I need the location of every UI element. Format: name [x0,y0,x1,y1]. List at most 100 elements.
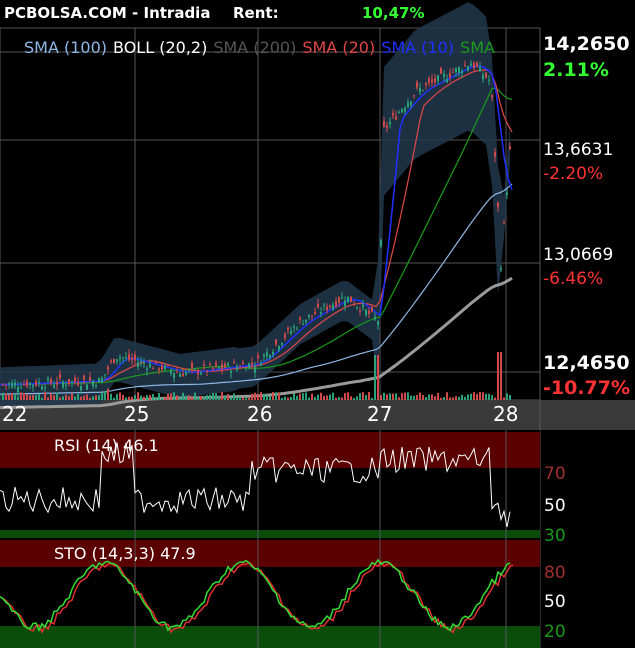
candle-body [245,369,247,371]
volume-bar [293,393,295,400]
volume-bar [278,392,280,400]
candle-body [302,324,304,326]
volume-bar [437,392,439,400]
candle-body [44,387,46,389]
volume-bar [59,397,61,400]
volume-bar [152,394,154,400]
volume-bar [341,397,343,400]
candle-body [173,372,175,379]
candle-body [329,305,331,307]
volume-bar [395,393,397,400]
candle-body [419,87,421,93]
volume-bar [368,392,370,400]
candle-body [491,94,493,98]
candle-body [152,368,154,370]
candle-body [473,62,475,69]
volume-bar [2,392,4,400]
candle-body [251,362,253,365]
candle-body [410,101,412,106]
volume-bar [383,392,385,400]
candle-body [170,370,172,374]
volume-bar [122,394,124,400]
candle-body [260,363,262,366]
volume-bar [299,393,301,400]
volume-bar [314,397,316,400]
volume-bar [326,395,328,400]
candle-body [227,363,229,366]
candle-body [47,378,49,381]
volume-bar [230,397,232,400]
candle-body [377,321,379,325]
volume-bar [305,392,307,400]
candle-body [497,202,499,208]
candle-body [461,70,463,74]
candle-body [272,351,274,355]
candle-body [359,310,361,312]
volume-bar [65,394,67,400]
volume-bar [335,397,337,400]
candle-body [236,366,238,371]
candle-body [434,78,436,83]
candle-body [110,360,112,363]
volume-bar [476,394,478,400]
candle-body [197,371,199,375]
volume-bar [182,392,184,400]
candle-body [347,296,349,303]
candle-body [263,354,265,357]
candle-body [119,357,121,359]
candle-body [56,381,58,385]
volume-bar [92,396,94,400]
volume-bar [194,392,196,400]
volume-bar [200,395,202,400]
candle-body [485,72,487,78]
candle-body [506,192,508,195]
candle-body [239,367,241,369]
volume-bar [44,392,46,400]
candle-body [65,384,67,387]
volume-bar [83,395,85,400]
volume-bar [50,393,52,400]
volume-bar [344,393,346,400]
candle-body [470,63,472,67]
candle-body [275,339,277,345]
candle-body [140,361,142,363]
volume-bar [158,393,160,400]
x-label-26: 26 [247,402,273,426]
volume-bar [80,396,82,400]
candle-body [269,355,271,358]
candle-body [392,112,394,116]
volume-bar [443,397,445,400]
volume-bar [140,395,142,400]
candle-body [113,358,115,364]
sto-level-50: 50 [544,592,566,612]
candle-body [257,355,259,359]
candle-body [128,354,130,360]
volume-bar [86,394,88,400]
candle-body [266,352,268,357]
candle-body [134,354,136,361]
candle-body [107,366,109,370]
candle-body [53,384,55,388]
volume-bar [257,393,259,400]
rsi-level-70: 70 [544,464,566,484]
candle-body [86,384,88,390]
volume-bar [347,392,349,400]
volume-bar [272,392,274,400]
volume-bar [128,396,130,400]
rsi-label: RSI (14) 46.1 [54,436,159,455]
candle-body [35,381,37,386]
volume-bar [149,394,151,400]
volume-bar [323,395,325,400]
candle-body [122,357,124,359]
volume-bar [425,396,427,400]
volume-bar [281,397,283,400]
candle-body [77,381,79,386]
volume-bar [23,393,25,400]
volume-bar [185,395,187,400]
candle-body [374,316,376,319]
candle-body [509,146,511,150]
candle-body [413,95,415,97]
candle-body [146,368,148,370]
volume-bar [320,392,322,400]
price-label-1: 14,2650 [543,33,630,55]
